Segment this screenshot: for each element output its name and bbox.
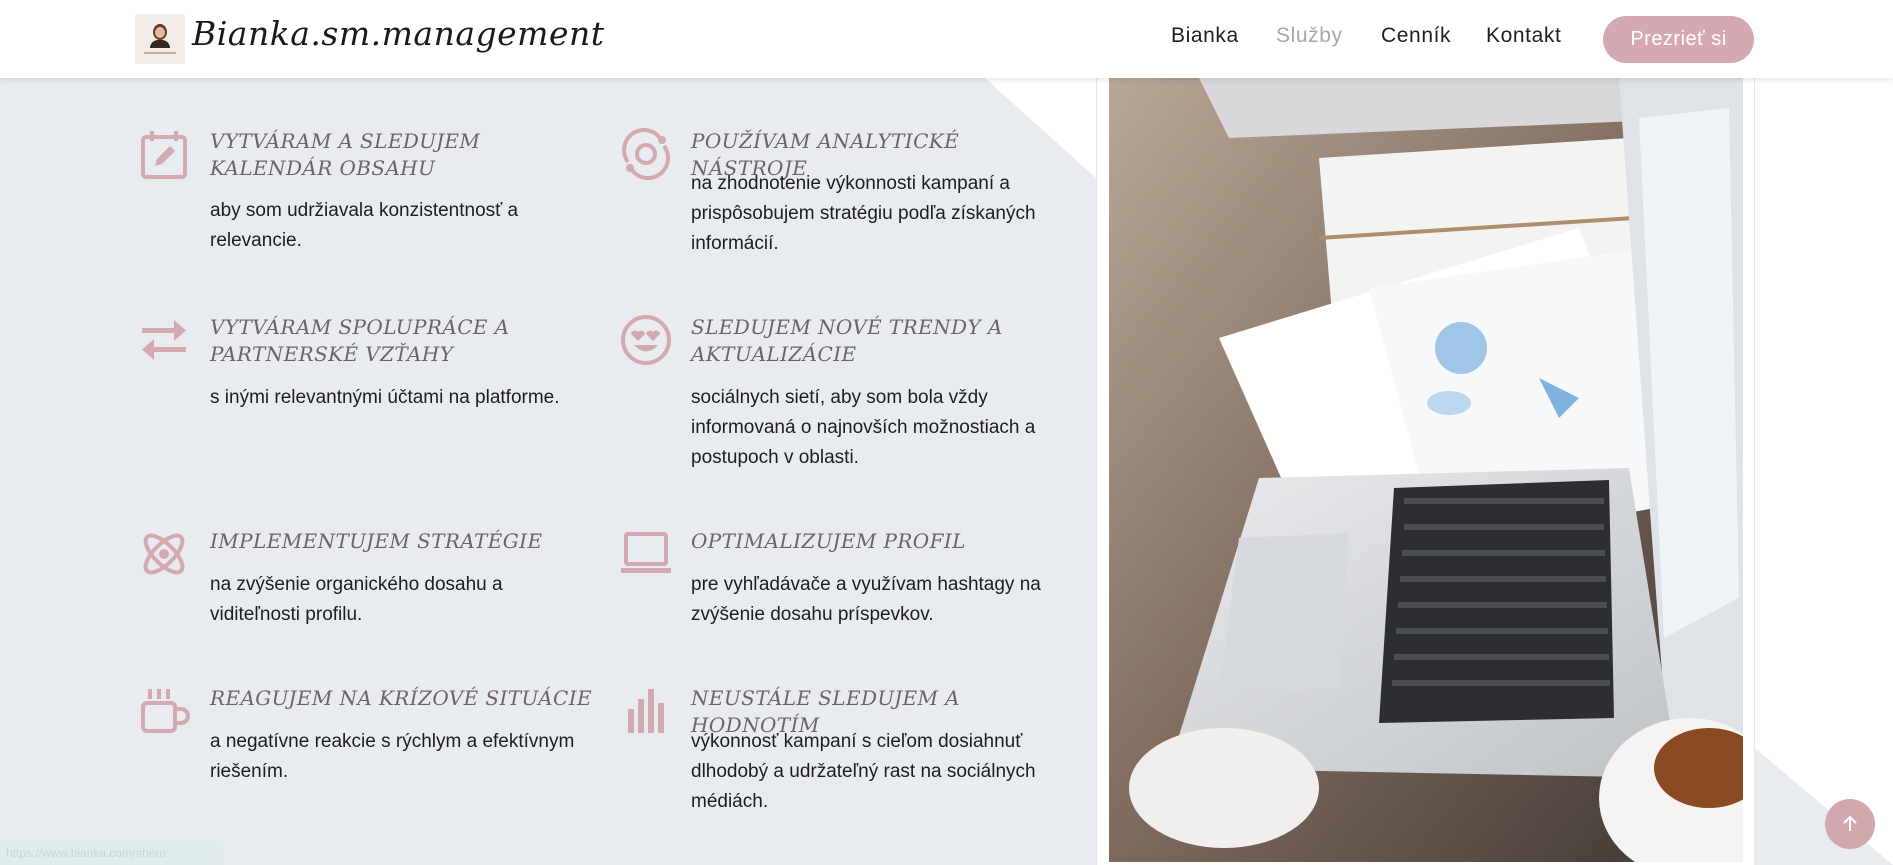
laptop-desk-photo <box>1109 78 1743 862</box>
service-desc: na zhodnotenie výkonnosti kampaní a pris… <box>691 173 1036 254</box>
service-title: VYTVÁRAM SPOLUPRÁCE A PARTNERSKÉ VZŤAHY <box>210 315 510 366</box>
service-title: OPTIMALIZUJEM PROFIL <box>691 529 966 553</box>
nav-sluzby[interactable]: Služby <box>1276 24 1343 54</box>
status-url: https://www.bianka.com/#hero <box>0 841 223 865</box>
service-title: SLEDUJEM NOVÉ TRENDY A AKTUALIZÁCIE <box>691 315 1003 366</box>
nav-bianka[interactable]: Bianka <box>1171 24 1239 54</box>
cta-button[interactable]: Prezrieť si <box>1603 16 1754 63</box>
service-desc: na zvýšenie organického dosahu a viditeľ… <box>210 574 503 625</box>
nav-kontakt[interactable]: Kontakt <box>1486 24 1561 54</box>
analytics-cycle-icon <box>620 128 672 180</box>
laptop-icon <box>620 528 672 580</box>
service-title: REAGUJEM NA KRÍZOVÉ SITUÁCIE <box>210 686 593 710</box>
atom-icon <box>138 528 190 580</box>
scroll-to-top-button[interactable] <box>1825 799 1875 849</box>
swap-arrows-icon <box>138 314 190 366</box>
service-title: VYTVÁRAM A SLEDUJEM KALENDÁR OBSAHU <box>210 129 481 180</box>
site-header: Bianka.sm.management Bianka Služby Cenní… <box>0 0 1893 78</box>
service-desc: aby som udržiavala konzistentnosť a rele… <box>210 200 519 251</box>
coffee-cup-icon <box>138 685 190 737</box>
service-desc: výkonnosť kampaní s cieľom dosiahnuť dlh… <box>691 731 1036 812</box>
calendar-edit-icon <box>138 128 190 180</box>
service-desc: sociálnych sietí, aby som bola vždy info… <box>691 387 1036 468</box>
heart-eyes-smiley-icon <box>620 314 672 366</box>
nav-cennik[interactable]: Cenník <box>1381 24 1451 54</box>
service-desc: pre vyhľadávače a využívam hashtagy na z… <box>691 574 1041 625</box>
arrow-up-icon <box>1843 815 1857 831</box>
logo-text[interactable]: Bianka.sm.management <box>192 14 605 53</box>
service-desc: s inými relevantnými účtami na platforme… <box>210 387 560 408</box>
service-title: IMPLEMENTUJEM STRATÉGIE <box>210 529 543 553</box>
service-desc: a negatívne reakcie s rýchlym a efektívn… <box>210 731 575 782</box>
bar-chart-icon <box>620 685 672 737</box>
logo-avatar[interactable] <box>135 14 185 64</box>
